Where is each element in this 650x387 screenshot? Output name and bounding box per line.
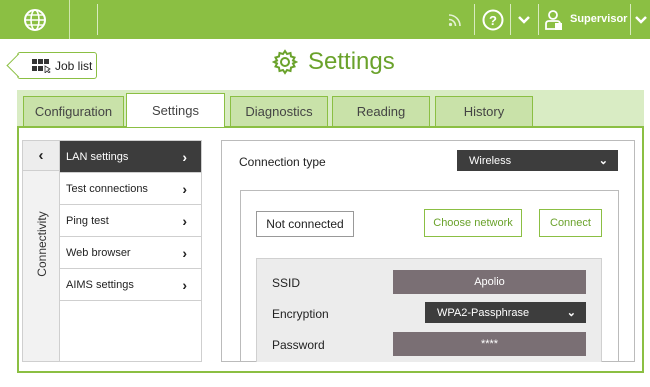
- sidebar-item-lan-settings[interactable]: LAN settings ›: [60, 141, 201, 173]
- sidebar-item-label: AIMS settings: [66, 278, 134, 291]
- page-title: Settings: [272, 48, 395, 76]
- sidebar-item-ping-test[interactable]: Ping test ›: [60, 205, 201, 237]
- password-field[interactable]: ****: [393, 332, 586, 356]
- top-bar: ? Supervisor: [0, 0, 650, 39]
- choose-network-button[interactable]: Choose network: [424, 209, 522, 237]
- connection-type-value: Wireless: [469, 154, 512, 167]
- svg-text:?: ?: [489, 13, 497, 28]
- topbar-divider: [97, 4, 98, 35]
- tab-configuration[interactable]: Configuration: [23, 96, 124, 126]
- chevron-right-icon: ›: [182, 149, 187, 165]
- tab-diagnostics[interactable]: Diagnostics: [230, 96, 328, 126]
- connect-button[interactable]: Connect: [539, 209, 602, 237]
- grid-icon: [32, 58, 52, 74]
- sidebar-item-label: LAN settings: [66, 150, 129, 163]
- job-list-button[interactable]: Job list: [17, 52, 97, 79]
- chevron-right-icon: ›: [182, 277, 187, 293]
- sidebar-item-label: Test connections: [66, 182, 148, 195]
- chevron-right-icon: ›: [182, 213, 187, 229]
- sidebar-item-test-connections[interactable]: Test connections ›: [60, 173, 201, 205]
- sidebar-item-web-browser[interactable]: Web browser ›: [60, 237, 201, 269]
- connectivity-section: ‹ Connectivity: [22, 140, 60, 362]
- tab-reading[interactable]: Reading: [332, 96, 430, 126]
- help-icon[interactable]: ?: [478, 0, 508, 39]
- sidebar-item-aims-settings[interactable]: AIMS settings ›: [60, 269, 201, 301]
- connection-type-label: Connection type: [239, 155, 326, 169]
- chevron-right-icon: ›: [182, 245, 187, 261]
- ssid-label: SSID: [272, 276, 301, 290]
- encryption-select[interactable]: WPA2-Passphrase ⌄: [425, 302, 586, 323]
- chevron-right-icon: ›: [182, 181, 187, 197]
- topbar-divider: [474, 4, 475, 35]
- user-name[interactable]: Supervisor: [570, 13, 627, 25]
- chevron-down-icon[interactable]: [512, 0, 536, 39]
- topbar-divider: [510, 4, 511, 35]
- job-list-label: Job list: [55, 58, 93, 73]
- ssid-field[interactable]: Apolio: [393, 270, 586, 294]
- tab-history[interactable]: History: [435, 96, 533, 126]
- connection-status: Not connected: [256, 211, 354, 237]
- sidebar-item-label: Web browser: [66, 246, 131, 259]
- sidebar-menu: LAN settings › Test connections › Ping t…: [60, 140, 202, 362]
- chevron-left-icon[interactable]: ‹: [23, 141, 59, 171]
- topbar-divider: [630, 4, 631, 35]
- section-label: Connectivity: [35, 211, 49, 277]
- gear-icon: [272, 49, 298, 75]
- chevron-down-icon: ⌄: [598, 154, 608, 167]
- chevron-down-icon[interactable]: [632, 0, 650, 39]
- user-icon[interactable]: [541, 0, 567, 39]
- connection-type-select[interactable]: Wireless ⌄: [457, 150, 618, 171]
- rss-icon[interactable]: [440, 0, 470, 39]
- chevron-down-icon: ⌄: [566, 306, 576, 319]
- encryption-label: Encryption: [272, 307, 329, 321]
- sidebar-item-label: Ping test: [66, 214, 109, 227]
- tab-settings[interactable]: Settings: [126, 93, 225, 127]
- globe-icon[interactable]: [0, 0, 70, 39]
- password-label: Password: [272, 338, 325, 352]
- page-title-text: Settings: [308, 48, 395, 75]
- encryption-value: WPA2-Passphrase: [437, 306, 530, 319]
- topbar-divider: [538, 4, 539, 35]
